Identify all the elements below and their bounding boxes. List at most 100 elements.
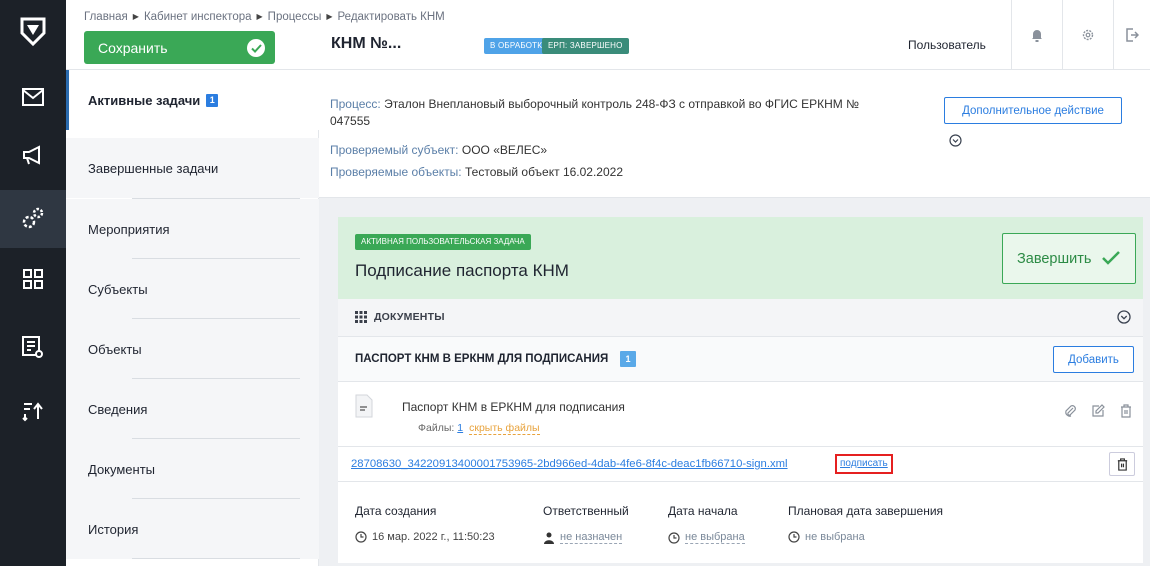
nav-item-completed-tasks[interactable]: Завершенные задачи	[66, 138, 319, 198]
section-nav: Активные задачи 1 Завершенные задачи Мер…	[66, 70, 319, 566]
document-row: Паспорт КНМ в ЕРКНМ для подписания Файлы…	[338, 382, 1143, 447]
objects-line: Проверяемые объекты: Тестовый объект 16.…	[330, 164, 623, 181]
grid-icon[interactable]	[0, 250, 66, 308]
breadcrumb-item-processes[interactable]: Процессы	[268, 11, 322, 23]
paperclip-icon[interactable]	[1063, 404, 1077, 418]
nav-item-events[interactable]: Мероприятия	[66, 199, 319, 259]
sign-link[interactable]: подписать	[835, 454, 893, 474]
task-badge: АКТИВНАЯ ПОЛЬЗОВАТЕЛЬСКАЯ ЗАДАЧА	[355, 234, 531, 250]
edit-icon[interactable]	[1091, 404, 1105, 418]
clock-icon	[788, 531, 800, 543]
subject-value: ООО «ВЕЛЕС»	[461, 143, 548, 157]
breadcrumb-item-current: Редактировать КНМ	[337, 11, 445, 23]
responsible-label: Ответственный	[543, 504, 629, 518]
chevron-down-icon[interactable]	[1117, 310, 1131, 324]
erp-status-badge: ЕРП: ЗАВЕРШЕНО	[542, 38, 629, 54]
chevron-down-icon[interactable]	[949, 134, 962, 152]
breadcrumb-separator-icon: ▶	[256, 12, 263, 21]
start-date-value[interactable]: не выбрана	[668, 531, 745, 544]
nav-item-label: Мероприятия	[88, 221, 170, 237]
plan-date-label: Плановая дата завершения	[788, 504, 944, 518]
extra-action-button[interactable]: Дополнительное действие	[944, 97, 1122, 124]
nav-item-documents[interactable]: Документы	[66, 439, 319, 499]
responsible-value[interactable]: не назначен	[543, 531, 629, 544]
save-button-label: Сохранить	[98, 39, 168, 56]
documents-title: ДОКУМЕНТЫ	[374, 311, 445, 323]
created-label: Дата создания	[355, 504, 437, 518]
delete-file-button[interactable]	[1109, 452, 1135, 476]
process-value: Эталон Внеплановый выборочный контроль 2…	[384, 97, 859, 111]
created-block: Дата создания 16 мар. 2022 г., 11:50:23	[355, 504, 495, 543]
breadcrumb-item-home[interactable]: Главная	[84, 11, 128, 23]
trash-icon	[1117, 457, 1127, 471]
file-link[interactable]: 28708630_34220913400001753965-2bd966ed-4…	[351, 458, 788, 470]
nav-divider	[132, 558, 300, 559]
breadcrumb-separator-icon: ▶	[132, 12, 139, 21]
nav-item-label: Активные задачи	[88, 92, 201, 108]
nav-item-label: Документы	[88, 461, 156, 477]
megaphone-icon[interactable]	[0, 126, 66, 184]
responsible-link[interactable]: не назначен	[560, 531, 623, 544]
nav-item-history[interactable]: История	[66, 499, 319, 559]
plan-date-block: Плановая дата завершения не выбрана	[788, 504, 943, 543]
user-menu[interactable]: Пользователь	[908, 38, 986, 52]
gears-icon[interactable]	[0, 190, 66, 248]
logo-icon[interactable]	[0, 0, 66, 63]
nav-item-info[interactable]: Сведения	[66, 379, 319, 439]
objects-value: Тестовый объект 16.02.2022	[465, 165, 623, 179]
task-title: Подписание паспорта КНМ	[355, 261, 569, 280]
nav-item-label: История	[88, 521, 139, 537]
nav-count-badge: 1	[206, 93, 219, 107]
passport-count-badge: 1	[620, 351, 636, 367]
document-icon	[355, 394, 373, 418]
passport-section-title: ПАСПОРТ КНМ В ЕРКНМ ДЛЯ ПОДПИСАНИЯ	[355, 353, 609, 365]
subject-line: Проверяемый субъект: ООО «ВЕЛЕС»	[330, 142, 547, 159]
breadcrumb-separator-icon: ▶	[326, 12, 333, 21]
clock-icon	[668, 531, 680, 544]
nav-item-subjects[interactable]: Субъекты	[66, 259, 319, 319]
finish-button[interactable]: Завершить	[1002, 233, 1136, 284]
plan-date-link[interactable]: не выбрана	[805, 531, 865, 543]
breadcrumb: Главная ▶ Кабинет инспектора ▶ Процессы ▶ Реда…	[84, 11, 445, 23]
hide-files-link[interactable]: скрыть файлы	[469, 422, 540, 435]
plan-date-value[interactable]: не выбрана	[788, 531, 943, 543]
nav-item-active-tasks[interactable]: Активные задачи 1	[66, 70, 319, 130]
top-header: Главная ▶ Кабинет инспектора ▶ Процессы ▶ Реда…	[66, 0, 1150, 70]
process-line: Процесс: Эталон Внеплановый выборочный к…	[330, 96, 930, 130]
nav-item-label: Субъекты	[88, 281, 148, 297]
trash-icon[interactable]	[1119, 404, 1133, 418]
document-actions	[1063, 404, 1133, 418]
bell-icon[interactable]	[1011, 0, 1061, 70]
nav-item-label: Завершенные задачи	[88, 160, 219, 176]
passport-section: ПАСПОРТ КНМ В ЕРКНМ ДЛЯ ПОДПИСАНИЯ 1 Доб…	[338, 337, 1143, 382]
mail-icon[interactable]	[0, 68, 66, 126]
file-row: 28708630_34220913400001753965-2bd966ed-4…	[338, 447, 1143, 482]
app-rail	[0, 0, 66, 566]
nav-item-label: Объекты	[88, 341, 142, 357]
check-icon	[247, 39, 265, 57]
task-meta: Дата создания 16 мар. 2022 г., 11:50:23 …	[338, 482, 1143, 563]
finish-button-label: Завершить	[1017, 250, 1092, 267]
gear-icon[interactable]	[1062, 0, 1112, 70]
created-value: 16 мар. 2022 г., 11:50:23	[355, 531, 495, 543]
sort-icon[interactable]	[0, 382, 66, 440]
save-button[interactable]: Сохранить	[84, 31, 275, 64]
responsible-block: Ответственный не назначен	[543, 504, 629, 544]
start-date-label: Дата начала	[668, 504, 738, 518]
created-date: 16 мар. 2022 г., 11:50:23	[372, 531, 495, 543]
logout-icon[interactable]	[1113, 0, 1150, 70]
person-icon	[544, 532, 554, 544]
report-icon[interactable]	[0, 318, 66, 376]
clock-icon	[355, 531, 367, 543]
task-card: АКТИВНАЯ ПОЛЬЗОВАТЕЛЬСКАЯ ЗАДАЧА Подписа…	[338, 217, 1143, 563]
process-info: Процесс: Эталон Внеплановый выборочный к…	[319, 70, 1150, 198]
nav-item-objects[interactable]: Объекты	[66, 319, 319, 379]
add-button[interactable]: Добавить	[1053, 346, 1134, 373]
process-label: Процесс:	[330, 97, 381, 111]
documents-section-header[interactable]: ДОКУМЕНТЫ	[338, 299, 1143, 337]
start-date-link[interactable]: не выбрана	[685, 531, 745, 544]
files-count-link[interactable]: 1	[457, 422, 463, 434]
start-date-block: Дата начала не выбрана	[668, 504, 745, 544]
breadcrumb-item-cabinet[interactable]: Кабинет инспектора	[144, 11, 252, 23]
files-info: Файлы: 1 скрыть файлы	[418, 422, 540, 435]
